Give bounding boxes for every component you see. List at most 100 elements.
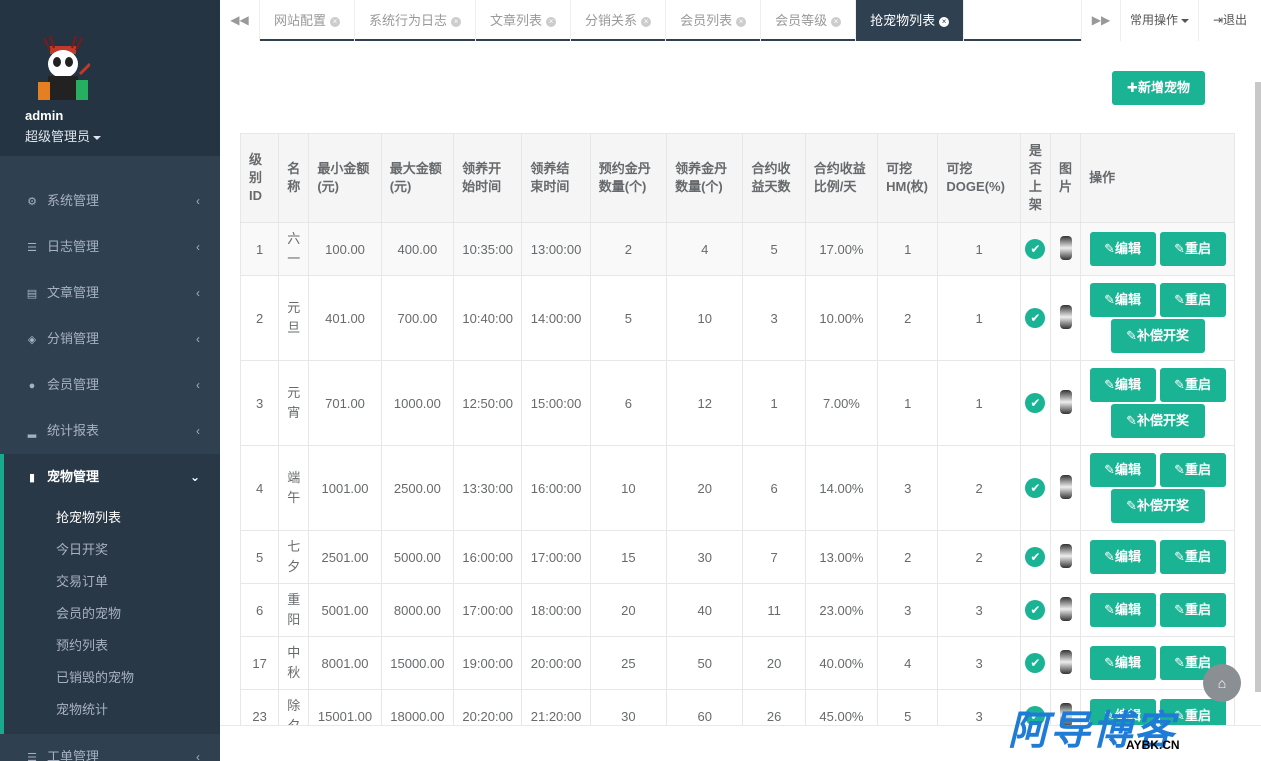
close-icon[interactable]: × xyxy=(736,16,747,27)
cell-image xyxy=(1049,275,1082,361)
add-pet-label: 新增宠物 xyxy=(1137,80,1190,95)
edit-button[interactable]: ✎编辑 xyxy=(1089,368,1156,402)
restart-button[interactable]: ✎重启 xyxy=(1159,232,1226,266)
restart-button[interactable]: ✎重启 xyxy=(1159,453,1226,487)
close-icon[interactable]: × xyxy=(546,16,557,27)
tabs-prev-button[interactable]: ◀◀ xyxy=(220,0,260,41)
check-circle-icon[interactable]: ✔ xyxy=(1025,600,1046,620)
pet-thumbnail[interactable] xyxy=(1059,389,1072,414)
pet-thumbnail[interactable] xyxy=(1059,649,1072,674)
edit-button[interactable]: ✎编辑 xyxy=(1089,453,1156,487)
sidebar-item-7[interactable]: ☰ 工单管理 ‹ xyxy=(0,734,220,761)
sidebar-item-5[interactable]: ▂ 统计报表 ‹ xyxy=(0,408,220,454)
tab-3[interactable]: 分销关系 × xyxy=(571,0,667,41)
pencil-icon: ✎ xyxy=(1126,498,1137,513)
submenu-item[interactable]: 已销毁的宠物 xyxy=(56,662,220,694)
pet-thumbnail[interactable] xyxy=(1059,543,1072,568)
edit-button[interactable]: ✎编辑 xyxy=(1089,232,1156,266)
sidebar-item-1[interactable]: ☰ 日志管理 ‹ xyxy=(0,224,220,270)
tab-0[interactable]: 网站配置 × xyxy=(260,0,356,41)
cell-hm: 2 xyxy=(877,530,939,584)
tab-1[interactable]: 系统行为日志 × xyxy=(355,0,477,41)
cell-days: 7 xyxy=(742,530,806,584)
cell-start: 16:00:00 xyxy=(453,530,523,584)
edit-button[interactable]: ✎编辑 xyxy=(1089,593,1156,627)
check-circle-icon[interactable]: ✔ xyxy=(1025,653,1046,673)
close-icon[interactable]: × xyxy=(831,16,842,27)
close-icon[interactable]: × xyxy=(451,16,462,27)
submenu-item[interactable]: 预约列表 xyxy=(56,630,220,662)
compensate-draw-button[interactable]: ✎补偿开奖 xyxy=(1110,489,1205,523)
cell-days: 5 xyxy=(742,222,806,276)
tab-strip: 网站配置 × 系统行为日志 × 文章列表 × 分销关系 × 会员列表 × 会员等级 × 抢宠物列表 × xyxy=(260,0,965,41)
pencil-icon: ✎ xyxy=(1174,241,1185,256)
cell-doge: 1 xyxy=(937,275,1021,361)
submenu-item[interactable]: 宠物统计 xyxy=(56,694,220,726)
cell-end: 14:00:00 xyxy=(521,275,591,361)
submenu-item[interactable]: 抢宠物列表 xyxy=(56,502,220,534)
edit-button[interactable]: ✎编辑 xyxy=(1089,540,1156,574)
tabs-next-button[interactable]: ▶▶ xyxy=(1081,0,1121,41)
restart-button[interactable]: ✎重启 xyxy=(1159,540,1226,574)
submenu-item[interactable]: 会员的宠物 xyxy=(56,598,220,630)
pet-thumbnail[interactable] xyxy=(1059,474,1072,499)
cell-image xyxy=(1049,583,1082,637)
common-ops-label: 常用操作 xyxy=(1129,13,1178,27)
compensate-draw-button[interactable]: ✎补偿开奖 xyxy=(1110,319,1205,353)
logout-button[interactable]: ⇥退出 xyxy=(1199,0,1261,41)
pencil-icon: ✎ xyxy=(1104,462,1115,477)
home-icon[interactable]: ⌂ xyxy=(1203,664,1241,702)
close-icon[interactable]: × xyxy=(330,16,341,27)
pencil-icon: ✎ xyxy=(1126,413,1137,428)
cell-max: 700.00 xyxy=(380,275,455,361)
restart-button[interactable]: ✎重启 xyxy=(1159,283,1226,317)
user-name[interactable]: admin xyxy=(25,108,63,123)
edit-button[interactable]: ✎编辑 xyxy=(1089,283,1156,317)
check-circle-icon[interactable]: ✔ xyxy=(1025,393,1046,413)
close-icon[interactable]: × xyxy=(641,16,652,27)
cell-online: ✔ xyxy=(1019,445,1051,531)
scrollbar[interactable] xyxy=(1255,82,1261,692)
sidebar-item-6[interactable]: ▮ 宠物管理 ⌄ 抢宠物列表 今日开奖 交易订单 会员的宠物 预约列表 已销毁的宠物 宠物统计 xyxy=(0,454,220,734)
check-circle-icon[interactable]: ✔ xyxy=(1025,547,1046,567)
restart-button[interactable]: ✎重启 xyxy=(1159,368,1226,402)
sidebar-item-0[interactable]: ⚙ 系统管理 ‹ xyxy=(0,178,220,224)
edit-button[interactable]: ✎编辑 xyxy=(1089,646,1156,680)
close-icon[interactable]: × xyxy=(939,16,950,27)
cell-doge: 3 xyxy=(937,583,1021,637)
cell-online: ✔ xyxy=(1019,583,1051,637)
common-ops-dropdown[interactable]: 常用操作 xyxy=(1121,0,1199,41)
pencil-icon: ✎ xyxy=(1104,292,1115,307)
tab-6[interactable]: 抢宠物列表 × xyxy=(856,0,965,41)
submenu-item[interactable]: 今日开奖 xyxy=(56,534,220,566)
sidebar-item-2[interactable]: ▤ 文章管理 ‹ xyxy=(0,270,220,316)
submenu-item[interactable]: 交易订单 xyxy=(56,566,220,598)
sidebar-item-head[interactable]: ▮ 宠物管理 ⌄ xyxy=(25,454,220,500)
check-circle-icon[interactable]: ✔ xyxy=(1025,308,1046,328)
pet-thumbnail[interactable] xyxy=(1059,596,1072,621)
avatar[interactable] xyxy=(36,34,90,104)
tab-4[interactable]: 会员列表 × xyxy=(666,0,762,41)
add-pet-button[interactable]: ✚新增宠物 xyxy=(1112,71,1205,105)
list-icon: ☰ xyxy=(27,752,37,761)
cell-online: ✔ xyxy=(1019,360,1051,446)
user-role-dropdown[interactable]: 超级管理员 xyxy=(25,126,102,145)
caret-down-icon xyxy=(93,135,102,140)
cell-start: 10:40:00 xyxy=(453,275,523,361)
tab-5[interactable]: 会员等级 × xyxy=(761,0,857,41)
compensate-draw-button[interactable]: ✎补偿开奖 xyxy=(1110,404,1205,438)
button-label: 编辑 xyxy=(1115,292,1142,307)
cell-doge: 1 xyxy=(937,222,1021,276)
tab-2[interactable]: 文章列表 × xyxy=(476,0,572,41)
pet-thumbnail[interactable] xyxy=(1059,304,1072,329)
restart-button[interactable]: ✎重启 xyxy=(1159,593,1226,627)
sidebar-item-3[interactable]: ◈ 分销管理 ‹ xyxy=(0,316,220,362)
cell-max: 5000.00 xyxy=(380,530,455,584)
table-header-row: 级别ID 名称 最小金额(元) 最大金额(元) 领养开始时间 领养结束时间 预约金丹数量(个… xyxy=(239,133,1235,223)
cell-end: 13:00:00 xyxy=(521,222,591,276)
sidebar-item-4[interactable]: ● 会员管理 ‹ xyxy=(0,362,220,408)
pencil-icon: ✎ xyxy=(1174,377,1185,392)
check-circle-icon[interactable]: ✔ xyxy=(1025,478,1046,498)
check-circle-icon[interactable]: ✔ xyxy=(1025,239,1046,259)
pet-thumbnail[interactable] xyxy=(1059,235,1072,260)
